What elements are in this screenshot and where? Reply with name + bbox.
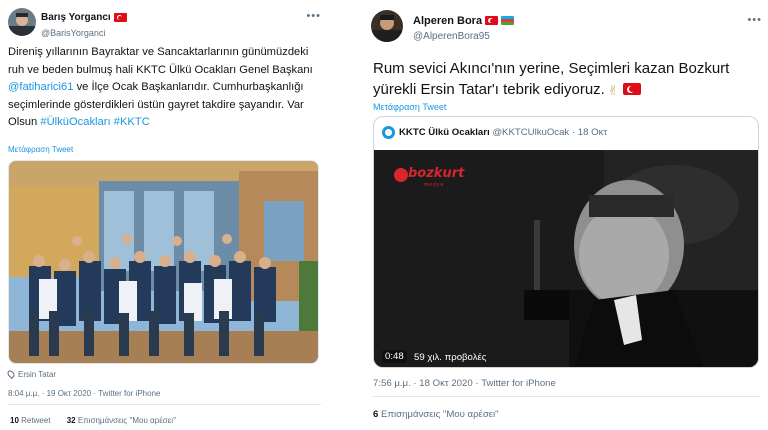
author-names: Alperen Bora @AlperenBora95 [413,12,515,42]
divider [373,396,760,397]
display-name[interactable]: Barış Yorgancı [41,12,111,23]
azerbaijan-flag-icon [501,16,515,26]
tagged-place[interactable]: Ersin Tatar [6,369,57,379]
bozkurt-logo-icon [394,168,408,182]
mention-link[interactable]: @fatiharici61 [8,81,73,93]
handle[interactable]: @BarisYorganci [41,28,127,38]
quoted-handle[interactable]: @KKTCUlkuOcak [492,127,569,138]
more-horizontal-icon[interactable]: ••• [747,14,762,26]
turkey-flag-icon [485,16,499,26]
tweet-header: Alperen Bora @AlperenBora95 ••• [363,0,768,42]
translate-tweet-link[interactable]: Μετάφραση Tweet [373,102,446,112]
more-horizontal-icon[interactable]: ••• [306,10,321,22]
avatar[interactable] [8,8,36,36]
tweet-text-part: Direniş yıllarının Bayraktar ve Sancakta… [8,46,313,76]
author-names: Barış Yorgancı @BarisYorganci [41,9,127,38]
video-player[interactable]: bozkurt medya 0:48 59 χιλ. προβολές [374,150,758,367]
avatar-image [8,8,36,36]
tweet-meta: 8:04 μ.μ. · 19 Οκτ 2020 · Twitter for iP… [8,389,161,398]
tweet-header: Barış Yorgancı @BarisYorganci ••• [0,0,329,40]
hashtag-link[interactable]: #KKTC [114,116,150,128]
tweet-time[interactable]: 8:04 μ.μ. [8,389,39,398]
video-logo: bozkurt [408,166,465,181]
quoted-avatar[interactable] [382,126,395,139]
quoted-date[interactable]: 18 Οκτ [578,127,607,138]
handle[interactable]: @AlperenBora95 [413,31,514,42]
tweet-stats: 10 Retweet 32 Επισημάνσεις "Μου αρέσει" [10,416,190,425]
tweet-source[interactable]: Twitter for iPhone [481,378,556,389]
likes-count: 32 [66,416,76,425]
turkey-flag-icon [113,13,127,23]
wolf-hand-sign-icon: ✌ [607,83,619,98]
video-logo-sub: medya [424,182,445,188]
tweet-alperenbora[interactable]: Alperen Bora @AlperenBora95 ••• Rum sevi… [363,0,768,430]
tweet-meta: 7:56 μ.μ. · 18 Οκτ 2020 · Twitter for iP… [373,378,556,389]
location-pin-icon [6,369,16,379]
likes-stat[interactable]: 32 Επισημάνσεις "Μου αρέσει" [67,416,176,425]
display-name[interactable]: Alperen Bora [413,15,482,27]
quoted-separator: · [571,127,576,138]
translate-tweet-link[interactable]: Μετάφραση Tweet [8,145,73,154]
tweet-date[interactable]: 18 Οκτ 2020 [419,378,472,389]
tweet-text: Direniş yıllarının Bayraktar ve Sancakta… [8,44,326,132]
tweet-barisyorganci[interactable]: Barış Yorgancı @BarisYorganci ••• Direni… [0,0,329,430]
tweet-time[interactable]: 7:56 μ.μ. [373,378,411,389]
place-name: Ersin Tatar [18,370,57,379]
avatar-image [371,10,403,42]
likes-label: Επισημάνσεις "Μου αρέσει" [77,416,176,425]
tweet-text-line: Rum sevici Akıncı'nın yerine, Seçimleri … [373,60,730,77]
tweet-text-line-wrap: yürekli Ersin Tatar'ı tebrik ediyoruz. ✌ [373,79,763,101]
tweet-text: Rum sevici Akıncı'nın yerine, Seçimleri … [373,58,763,101]
quoted-display-name[interactable]: KKTC Ülkü Ocakları [399,127,490,138]
video-duration: 0:48 [382,350,407,363]
retweets-stat[interactable]: 10 Retweet [10,416,51,425]
likes-label: Επισημάνσεις "Μου αρέσει" [381,409,499,420]
retweets-label: Retweet [21,416,51,425]
tweet-date[interactable]: 19 Οκτ 2020 [47,389,92,398]
divider [8,404,321,405]
hashtag-link[interactable]: #ÜlküOcakları [40,116,110,128]
tweet-photo[interactable] [8,160,319,364]
avatar[interactable] [371,10,403,42]
tweet-text-line: yürekli Ersin Tatar'ı tebrik ediyoruz. [373,81,605,98]
likes-count: 6 [373,409,379,420]
turkey-flag-icon [622,83,641,95]
retweets-count: 10 [10,416,19,425]
quoted-tweet[interactable]: KKTC Ülkü Ocakları @KKTCUlkuOcak · 18 Οκ… [373,116,759,368]
likes-stat[interactable]: 6 Επισημάνσεις "Μου αρέσει" [373,409,499,420]
tweet-source[interactable]: Twitter for iPhone [98,389,160,398]
group-photo-image [9,161,318,363]
quoted-tweet-header: KKTC Ülkü Ocakları @KKTCUlkuOcak · 18 Οκ… [382,126,607,139]
video-views: 59 χιλ. προβολές [414,352,487,363]
tweet-stats: 6 Επισημάνσεις "Μου αρέσει" [373,409,513,420]
